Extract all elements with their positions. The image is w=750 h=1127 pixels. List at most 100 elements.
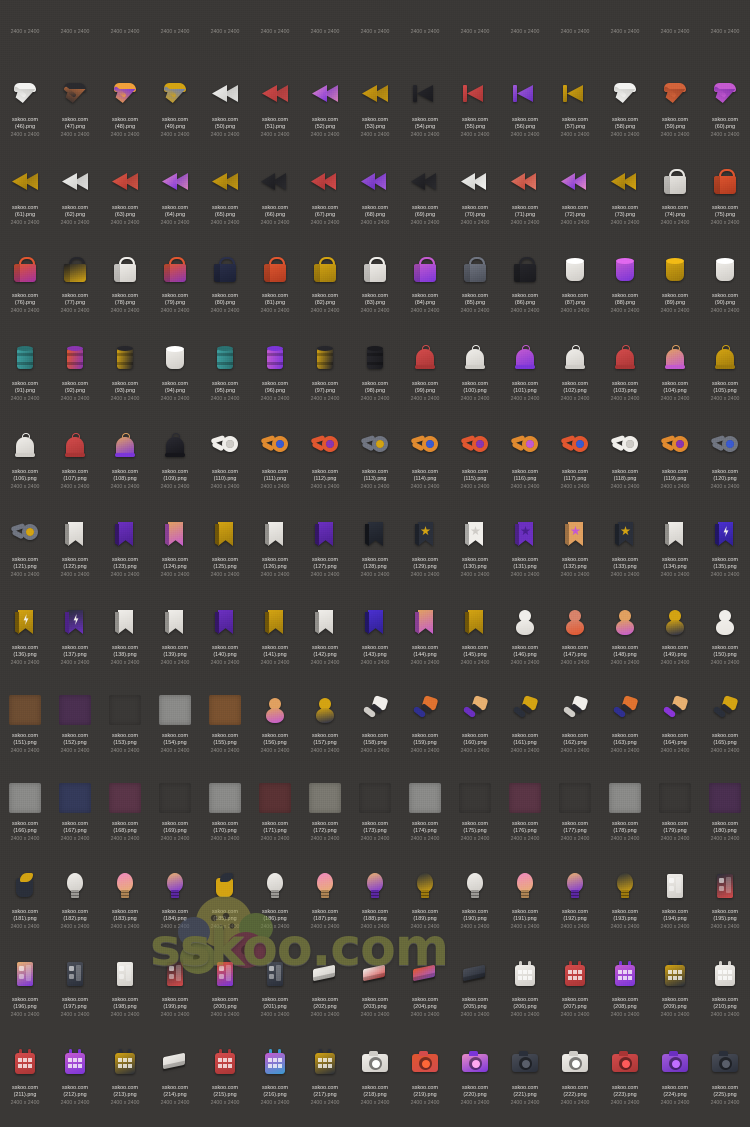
- file-item[interactable]: sskoo.com (63).png 2400 x 2400: [100, 159, 150, 247]
- file-thumbnail[interactable]: [50, 1039, 100, 1085]
- file-item[interactable]: sskoo.com (87).png 2400 x 2400: [550, 247, 600, 335]
- file-item[interactable]: 2400 x 2400: [0, 0, 50, 71]
- file-item[interactable]: sskoo.com (158).png 2400 x 2400: [350, 687, 400, 775]
- file-thumbnail[interactable]: [300, 863, 350, 909]
- file-item[interactable]: sskoo.com (192).png 2400 x 2400: [550, 863, 600, 951]
- file-thumbnail[interactable]: [150, 159, 200, 205]
- file-thumbnail[interactable]: [450, 687, 500, 733]
- file-item[interactable]: sskoo.com (59).png 2400 x 2400: [650, 71, 700, 159]
- file-item[interactable]: sskoo.com (109).png 2400 x 2400: [150, 423, 200, 511]
- file-item[interactable]: sskoo.com (56).png 2400 x 2400: [500, 71, 550, 159]
- file-item[interactable]: sskoo.com (133).png 2400 x 2400: [600, 511, 650, 599]
- file-item[interactable]: sskoo.com (125).png 2400 x 2400: [200, 511, 250, 599]
- file-item[interactable]: sskoo.com (145).png 2400 x 2400: [450, 599, 500, 687]
- file-thumbnail[interactable]: [600, 71, 650, 117]
- file-thumbnail[interactable]: [100, 423, 150, 469]
- file-thumbnail[interactable]: [550, 599, 600, 645]
- file-thumbnail[interactable]: [400, 423, 450, 469]
- file-item[interactable]: sskoo.com (225).png 2400 x 2400: [700, 1039, 750, 1127]
- file-item[interactable]: sskoo.com (204).png 2400 x 2400: [400, 951, 450, 1039]
- file-thumbnail[interactable]: [700, 159, 750, 205]
- file-item[interactable]: sskoo.com (222).png 2400 x 2400: [550, 1039, 600, 1127]
- file-item[interactable]: sskoo.com (112).png 2400 x 2400: [300, 423, 350, 511]
- file-thumbnail[interactable]: [200, 0, 250, 29]
- file-item[interactable]: sskoo.com (216).png 2400 x 2400: [250, 1039, 300, 1127]
- file-item[interactable]: sskoo.com (224).png 2400 x 2400: [650, 1039, 700, 1127]
- file-thumbnail[interactable]: [50, 159, 100, 205]
- file-item[interactable]: 2400 x 2400: [650, 0, 700, 71]
- file-thumbnail[interactable]: [600, 0, 650, 29]
- file-item[interactable]: sskoo.com (178).png 2400 x 2400: [600, 775, 650, 863]
- file-item[interactable]: sskoo.com (110).png 2400 x 2400: [200, 423, 250, 511]
- file-thumbnail[interactable]: [650, 599, 700, 645]
- file-item[interactable]: sskoo.com (172).png 2400 x 2400: [300, 775, 350, 863]
- file-thumbnail[interactable]: [650, 775, 700, 821]
- file-item[interactable]: sskoo.com (88).png 2400 x 2400: [600, 247, 650, 335]
- file-item[interactable]: sskoo.com (96).png 2400 x 2400: [250, 335, 300, 423]
- file-thumbnail[interactable]: [200, 247, 250, 293]
- file-item[interactable]: sskoo.com (196).png 2400 x 2400: [0, 951, 50, 1039]
- file-item[interactable]: sskoo.com (212).png 2400 x 2400: [50, 1039, 100, 1127]
- file-item[interactable]: sskoo.com (122).png 2400 x 2400: [50, 511, 100, 599]
- file-item[interactable]: sskoo.com (74).png 2400 x 2400: [650, 159, 700, 247]
- file-item[interactable]: sskoo.com (76).png 2400 x 2400: [0, 247, 50, 335]
- file-item[interactable]: sskoo.com (161).png 2400 x 2400: [500, 687, 550, 775]
- file-item[interactable]: sskoo.com (157).png 2400 x 2400: [300, 687, 350, 775]
- file-thumbnail[interactable]: [650, 687, 700, 733]
- file-thumbnail[interactable]: [500, 775, 550, 821]
- file-item[interactable]: sskoo.com (128).png 2400 x 2400: [350, 511, 400, 599]
- file-thumbnail[interactable]: [500, 599, 550, 645]
- file-thumbnail[interactable]: [700, 687, 750, 733]
- file-thumbnail[interactable]: [150, 335, 200, 381]
- file-item[interactable]: sskoo.com (99).png 2400 x 2400: [400, 335, 450, 423]
- file-item[interactable]: sskoo.com (181).png 2400 x 2400: [0, 863, 50, 951]
- file-item[interactable]: sskoo.com (199).png 2400 x 2400: [150, 951, 200, 1039]
- file-thumbnail[interactable]: [400, 951, 450, 997]
- file-item[interactable]: sskoo.com (143).png 2400 x 2400: [350, 599, 400, 687]
- file-item[interactable]: sskoo.com (210).png 2400 x 2400: [700, 951, 750, 1039]
- file-thumbnail[interactable]: [100, 335, 150, 381]
- file-thumbnail[interactable]: [200, 159, 250, 205]
- file-item[interactable]: sskoo.com (194).png 2400 x 2400: [650, 863, 700, 951]
- file-item[interactable]: sskoo.com (123).png 2400 x 2400: [100, 511, 150, 599]
- file-item[interactable]: sskoo.com (71).png 2400 x 2400: [500, 159, 550, 247]
- file-thumbnail[interactable]: [100, 775, 150, 821]
- file-thumbnail[interactable]: [150, 951, 200, 997]
- file-item[interactable]: sskoo.com (141).png 2400 x 2400: [250, 599, 300, 687]
- file-thumbnail[interactable]: [650, 159, 700, 205]
- file-item[interactable]: sskoo.com (127).png 2400 x 2400: [300, 511, 350, 599]
- file-item[interactable]: sskoo.com (223).png 2400 x 2400: [600, 1039, 650, 1127]
- file-item[interactable]: sskoo.com (213).png 2400 x 2400: [100, 1039, 150, 1127]
- file-item[interactable]: sskoo.com (126).png 2400 x 2400: [250, 511, 300, 599]
- file-thumbnail[interactable]: [450, 71, 500, 117]
- file-item[interactable]: sskoo.com (201).png 2400 x 2400: [250, 951, 300, 1039]
- file-item[interactable]: sskoo.com (193).png 2400 x 2400: [600, 863, 650, 951]
- file-item[interactable]: sskoo.com (217).png 2400 x 2400: [300, 1039, 350, 1127]
- file-thumbnail[interactable]: [650, 71, 700, 117]
- file-thumbnail[interactable]: [50, 0, 100, 29]
- file-thumbnail[interactable]: [50, 775, 100, 821]
- file-item[interactable]: sskoo.com (195).png 2400 x 2400: [700, 863, 750, 951]
- file-thumbnail[interactable]: [250, 423, 300, 469]
- file-thumbnail[interactable]: [300, 951, 350, 997]
- file-thumbnail[interactable]: [300, 423, 350, 469]
- file-thumbnail[interactable]: [200, 687, 250, 733]
- file-item[interactable]: sskoo.com (92).png 2400 x 2400: [50, 335, 100, 423]
- file-thumbnail[interactable]: [650, 863, 700, 909]
- file-thumbnail[interactable]: [100, 511, 150, 557]
- file-item[interactable]: sskoo.com (140).png 2400 x 2400: [200, 599, 250, 687]
- file-item[interactable]: sskoo.com (170).png 2400 x 2400: [200, 775, 250, 863]
- file-item[interactable]: sskoo.com (107).png 2400 x 2400: [50, 423, 100, 511]
- file-thumbnail[interactable]: [600, 247, 650, 293]
- file-item[interactable]: sskoo.com (185).png 2400 x 2400: [200, 863, 250, 951]
- file-item[interactable]: sskoo.com (118).png 2400 x 2400: [600, 423, 650, 511]
- file-thumbnail[interactable]: [400, 335, 450, 381]
- file-item[interactable]: sskoo.com (134).png 2400 x 2400: [650, 511, 700, 599]
- file-item[interactable]: sskoo.com (155).png 2400 x 2400: [200, 687, 250, 775]
- file-item[interactable]: sskoo.com (77).png 2400 x 2400: [50, 247, 100, 335]
- file-item[interactable]: sskoo.com (147).png 2400 x 2400: [550, 599, 600, 687]
- file-item[interactable]: sskoo.com (130).png 2400 x 2400: [450, 511, 500, 599]
- file-thumbnail[interactable]: [700, 247, 750, 293]
- file-thumbnail[interactable]: [250, 71, 300, 117]
- file-thumbnail[interactable]: [300, 687, 350, 733]
